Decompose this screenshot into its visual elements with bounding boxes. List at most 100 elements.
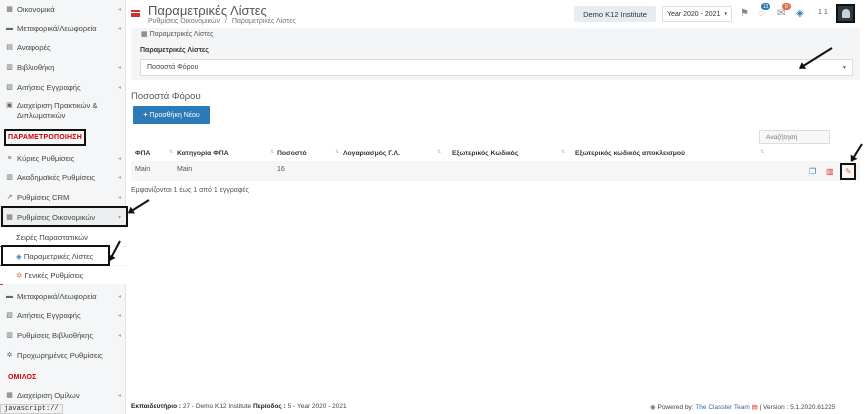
filter-panel-title: ▦ Παραμετρικές Λίστες	[141, 31, 214, 38]
chevron-left-icon: ◂	[117, 64, 121, 71]
sidebar-item-label: Μεταφορικά/Λεωφορεία	[17, 291, 97, 301]
sidebar-item-applications[interactable]: ▧ Αιτήσεις Εγγραφής ◂	[0, 78, 126, 96]
column-header-vat[interactable]: ΦΠΑ	[135, 150, 150, 157]
bus-icon: ▬	[6, 292, 13, 300]
chevron-left-icon: ◂	[117, 392, 121, 399]
sidebar-item-main-settings[interactable]: ≡ Κύριες Ρυθμίσεις ◂	[0, 149, 126, 167]
sort-icon[interactable]: ⇅	[335, 149, 339, 155]
form-icon: ▧	[6, 84, 13, 91]
sidebar-item-label: Προχωρημένες Ρυθμίσεις	[17, 350, 103, 360]
user-icon	[841, 9, 850, 18]
chevron-left-icon: ◂	[117, 332, 121, 339]
chart-icon: ↗	[6, 194, 13, 201]
institute-button[interactable]: Demo K12 Institute	[574, 6, 656, 22]
sidebar-subitem-general-settings[interactable]: ✲ Γενικές Ρυθμίσεις	[0, 266, 126, 284]
column-header-gl-account[interactable]: Λογαριασμός Γ.Λ.	[343, 150, 400, 157]
gear-icon: ✲	[16, 270, 23, 280]
sidebar-item-application-settings[interactable]: ▧ Αιτήσεις Εγγραφής ◂	[0, 306, 126, 324]
sidebar-item-internships[interactable]: ▣ Διαχείριση Πρακτικών & Διπλωματικών	[0, 98, 126, 124]
sidebar-item-financials[interactable]: ▦ Οικονομικά ◂	[0, 0, 126, 18]
globe-icon: ◉	[650, 404, 656, 411]
list-select[interactable]: Ποσοστά Φόρου ▼	[140, 59, 853, 76]
column-header-percent[interactable]: Ποσοστό	[277, 150, 307, 157]
team-link[interactable]: The Classter Team	[695, 404, 749, 411]
sidebar-item-academic-settings[interactable]: ▥ Ακαδημαϊκές Ρυθμίσεις ◂	[0, 168, 126, 186]
mail-badge: 0	[782, 3, 791, 10]
sort-icon[interactable]: ⇅	[760, 149, 764, 155]
breadcrumb-item[interactable]: Παραμετρικές Λίστες	[232, 18, 296, 25]
library-icon: ▥	[6, 64, 13, 71]
sidebar-item-group-management[interactable]: ▦ Διαχείριση Ομίλων ◂	[0, 386, 126, 404]
sidebar-item-label: Μεταφορικά/Λεωφορεία	[17, 23, 97, 33]
sidebar-item-advanced-settings[interactable]: ✲ Προχωρημένες Ρυθμίσεις	[0, 346, 126, 364]
breadcrumb-item[interactable]: Ρυθμίσεις Οικονομικών	[148, 18, 220, 25]
caret-down-icon: ▼	[842, 64, 847, 71]
notification-badge: 13	[761, 3, 770, 10]
table-row	[131, 161, 860, 181]
sidebar-item-transport[interactable]: ▬ Μεταφορικά/Λεωφορεία ◂	[0, 19, 126, 37]
footer-institute-value: 27 - Demo K12 Institute	[182, 403, 252, 410]
powered-by: ◉ Powered by: The Classter Team ▤ | Vers…	[650, 403, 835, 411]
column-header-external-code[interactable]: Εξωτερικός Κωδικός	[452, 150, 518, 157]
sidebar-item-label: Οικονομικά	[17, 4, 55, 14]
annotation-arrow	[128, 199, 150, 214]
flag-icon[interactable]: ⚑	[740, 8, 749, 19]
sort-icon[interactable]: ⇅	[270, 149, 274, 155]
filter-panel: ▦ Παραμετρικές Λίστες Παραμετρικές Λίστε…	[131, 28, 860, 80]
column-header-vat-category[interactable]: Κατηγορία ΦΠΑ	[177, 150, 229, 157]
table-icon: ▦	[141, 31, 150, 38]
section-group: ΟΜΙΛΟΣ	[8, 374, 37, 381]
sidebar-item-label: Αναφορές	[17, 42, 51, 52]
chevron-left-icon: ◂	[117, 293, 121, 300]
plus-icon: +	[143, 111, 148, 119]
chevron-left-icon: ◂	[117, 155, 121, 162]
sidebar-item-label: Αιτήσεις Εγγραφής	[17, 82, 81, 92]
copy-icon[interactable]: ❐	[809, 167, 816, 176]
search-input[interactable]	[759, 130, 830, 144]
sidebar-item-reports[interactable]: ▤ Αναφορές	[0, 38, 126, 56]
user-label[interactable]: 1 1	[818, 9, 828, 16]
chevron-left-icon: ◂	[117, 312, 121, 319]
sort-icon[interactable]: ⇅	[169, 149, 173, 155]
sidebar-item-label: Διαχείριση Ομίλων	[17, 390, 80, 400]
sidebar-item-label: Βιβλιοθήκη	[17, 62, 55, 72]
avatar[interactable]	[836, 4, 855, 23]
edit-pencil-icon[interactable]: ✎	[845, 167, 852, 176]
sidebar-item-transport-settings[interactable]: ▬ Μεταφορικά/Λεωφορεία ◂	[0, 287, 126, 305]
breadcrumb-separator: /	[224, 18, 227, 25]
footer-period-label: Περίοδος :	[252, 403, 286, 410]
status-bar-url: javascript://	[0, 404, 63, 414]
column-header-external-exclusion-code[interactable]: Εξωτερικός κωδικός αποκλεισμού	[575, 150, 685, 157]
sidebar-item-library-settings[interactable]: ▥ Ρυθμίσεις Βιβλιοθήκης ◂	[0, 326, 126, 344]
year-label: Year 2020 - 2021	[667, 10, 721, 18]
chevron-left-icon: ◂	[117, 25, 121, 32]
chevron-down-icon: ▾	[724, 11, 727, 17]
year-select[interactable]: Year 2020 - 2021 ▾	[662, 6, 732, 22]
trash-icon[interactable]: ▥	[826, 167, 834, 176]
sidebar-item-label: Ρυθμίσεις CRM	[17, 192, 70, 202]
list-select-label: Παραμετρικές Λίστες	[140, 47, 209, 54]
chevron-left-icon: ◂	[117, 174, 121, 181]
layers-icon[interactable]: ◈	[796, 8, 804, 19]
academic-icon: ▥	[6, 174, 13, 181]
logo-icon: ▤	[751, 404, 758, 411]
gears-icon: ✲	[6, 352, 13, 359]
sidebar-item-library[interactable]: ▥ Βιβλιοθήκη ◂	[0, 58, 126, 76]
chevron-left-icon: ◂	[117, 84, 121, 91]
footer-institute-label: Εκπαιδευτήριο :	[131, 403, 182, 410]
menu-toggle-icon[interactable]	[131, 10, 140, 17]
footer-period-value: 5 - Year 2020 - 2021	[287, 403, 347, 410]
sidebar-item-label: Αιτήσεις Εγγραφής	[17, 310, 81, 320]
powered-by-label: Powered by:	[657, 404, 694, 411]
cell-vat: Main	[135, 166, 151, 173]
sidebar-item-crm-settings[interactable]: ↗ Ρυθμίσεις CRM ◂	[0, 188, 126, 206]
sidebar-item-label: Ρυθμίσεις Βιβλιοθήκης	[17, 330, 93, 340]
chevron-left-icon: ◂	[117, 6, 121, 13]
sidebar-subitem-document-series[interactable]: Σειρές Παραστατικών	[0, 228, 126, 246]
highlight-box	[1, 206, 128, 227]
sort-icon[interactable]: ⇅	[561, 149, 565, 155]
section-title: Ποσοστά Φόρου	[131, 91, 201, 102]
add-new-button[interactable]: + Προσθήκη Νέου	[133, 106, 210, 124]
sort-icon[interactable]: ⇅	[437, 149, 441, 155]
sidebar-item-label: Κύριες Ρυθμίσεις	[17, 153, 75, 163]
